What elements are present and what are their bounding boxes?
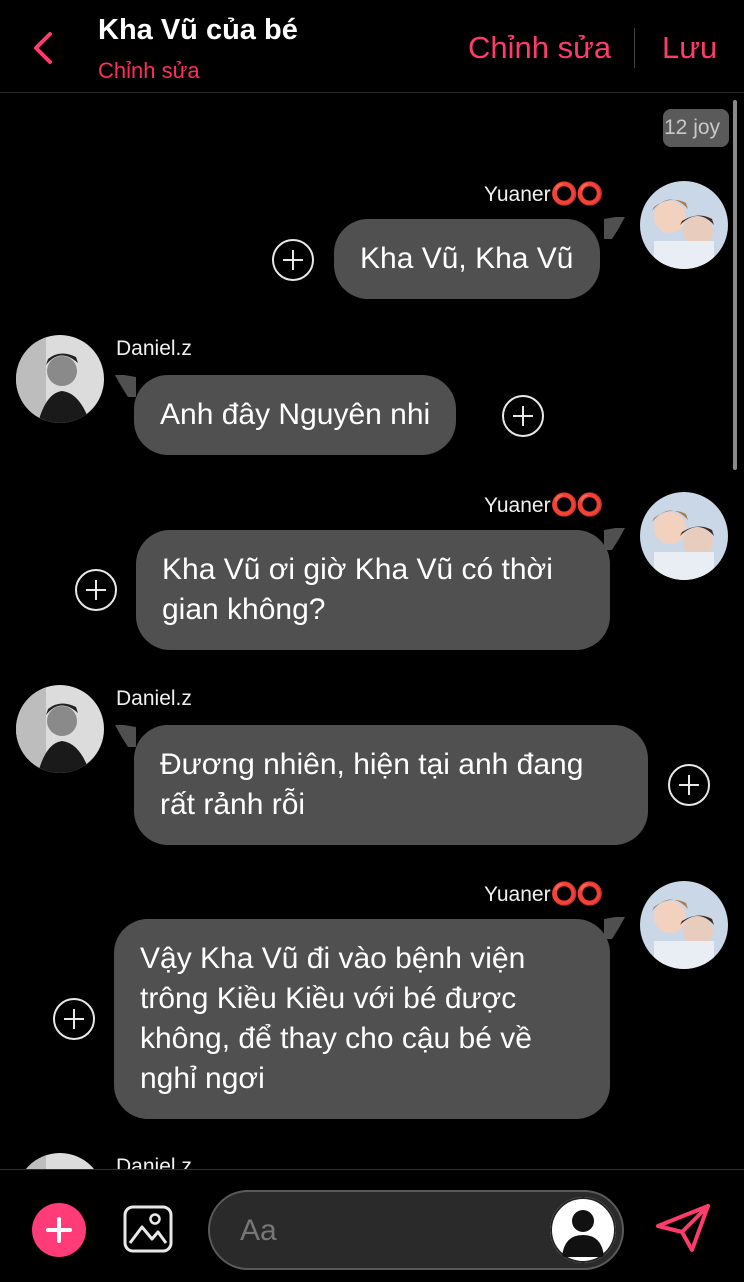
avatar-yuaner[interactable] (640, 181, 728, 269)
sender-name-yuaner: Yuaner⭕⭕ (484, 881, 603, 906)
save-button[interactable]: Lưu (662, 30, 717, 66)
avatar-daniel[interactable] (16, 685, 104, 773)
sender-name-daniel: Daniel.z (116, 337, 192, 360)
sender-name-yuaner: Yuaner⭕⭕ (484, 492, 603, 517)
sender-name-daniel: Daniel.z (116, 687, 192, 710)
message-bubble-daniel[interactable]: Anh đây Nguyên nhi (134, 375, 457, 455)
avatar-daniel[interactable] (16, 1153, 104, 1169)
add-reaction-button[interactable] (272, 239, 314, 281)
avatar-yuaner[interactable] (640, 492, 728, 580)
bubble-tail (604, 917, 625, 939)
message-input-placeholder: Aa (240, 1214, 277, 1247)
composer-bar: Aa (0, 1169, 744, 1282)
avatar-yuaner[interactable] (640, 881, 728, 969)
header-divider (634, 28, 635, 68)
chat-title: Kha Vũ của bé (98, 14, 298, 46)
avatar-daniel[interactable] (16, 335, 104, 423)
bubble-tail (604, 217, 625, 239)
image-icon[interactable] (122, 1204, 174, 1254)
back-chevron-icon[interactable] (28, 30, 62, 66)
add-reaction-button[interactable] (502, 395, 544, 437)
time-badge: 12 joy (663, 109, 729, 147)
bubble-tail (115, 725, 136, 747)
sender-name-daniel: Daniel.z (116, 1155, 192, 1169)
chat-messages[interactable]: 12 joy Yuaner⭕⭕ Kha Vũ, Kha Vũ Daniel.z … (0, 93, 744, 1169)
user-icon[interactable] (550, 1197, 616, 1263)
bubble-tail (115, 375, 136, 397)
chat-subtitle-edit[interactable]: Chỉnh sửa (98, 58, 200, 84)
sender-name-yuaner: Yuaner⭕⭕ (484, 181, 603, 206)
message-bubble-yuaner[interactable]: Vậy Kha Vũ đi vào bệnh viện trông Kiều K… (114, 919, 610, 1119)
edit-button[interactable]: Chỉnh sửa (468, 30, 611, 66)
add-reaction-button[interactable] (75, 569, 117, 611)
add-reaction-button[interactable] (668, 764, 710, 806)
message-bubble-yuaner[interactable]: Kha Vũ, Kha Vũ (334, 219, 600, 299)
chat-header: Kha Vũ của bé Chỉnh sửa Chỉnh sửa Lưu (0, 0, 744, 93)
message-bubble-daniel[interactable]: Đương nhiên, hiện tại anh đang rất rảnh … (134, 725, 648, 845)
add-reaction-button[interactable] (53, 998, 95, 1040)
bubble-tail (604, 528, 625, 550)
message-input[interactable]: Aa (208, 1190, 624, 1270)
plus-icon[interactable] (32, 1203, 86, 1257)
send-icon[interactable] (654, 1200, 714, 1256)
scrollbar[interactable] (733, 100, 737, 470)
message-bubble-yuaner[interactable]: Kha Vũ ơi giờ Kha Vũ có thời gian không? (136, 530, 610, 650)
